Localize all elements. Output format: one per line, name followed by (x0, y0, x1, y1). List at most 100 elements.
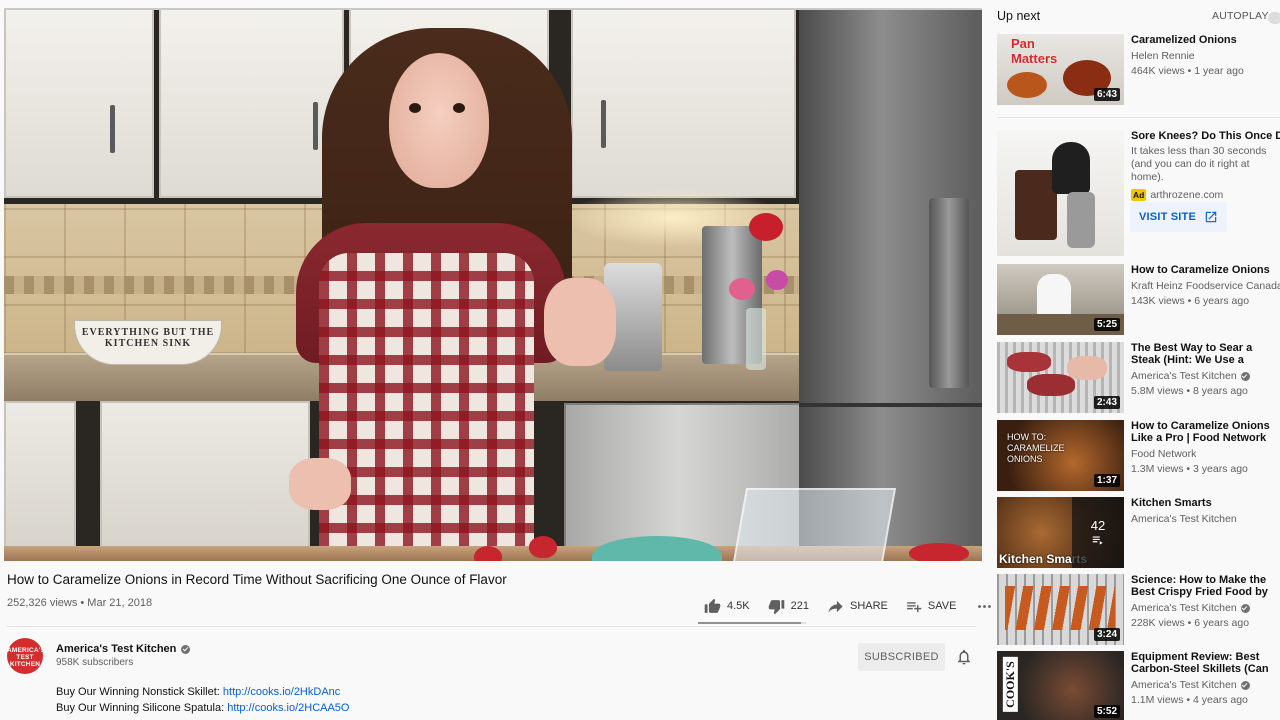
video-title[interactable]: How to Caramelize Onions Like a Pro | Fo… (1131, 420, 1280, 444)
channel-name-text: America's Test Kitchen (1131, 370, 1237, 382)
video-duration: 5:25 (1093, 318, 1120, 331)
recommended-video[interactable]: 3:24 Science: How to Make the Best Crisp… (997, 574, 1280, 646)
plastic-container (731, 488, 897, 561)
upper-cabinet (4, 8, 154, 198)
channel-name: America's Test Kitchen (1131, 370, 1280, 382)
thumbnail-text: COOK'S (1002, 657, 1018, 712)
dislike-count: 221 (790, 600, 809, 612)
video-meta: 228K views • 6 years ago (1131, 617, 1250, 629)
person (389, 53, 489, 188)
video-duration: 5:52 (1093, 705, 1120, 718)
channel-name: America's Test Kitchen (1131, 602, 1280, 614)
view-count-date: 252,326 views • Mar 21, 2018 (7, 597, 153, 609)
channel-name-text: America's Test Kitchen (1131, 602, 1237, 614)
up-next-heading: Up next (997, 9, 1041, 23)
video-meta: 143K views • 6 years ago (1131, 295, 1250, 307)
description-line: Buy Our Winning Silicone Spatula: http:/… (56, 702, 349, 714)
external-link-icon (1205, 211, 1217, 223)
visit-site-button[interactable]: VISIT SITE (1130, 202, 1227, 232)
video-meta: 1.1M views • 4 years ago (1131, 694, 1248, 706)
video-duration: 1:37 (1093, 474, 1120, 487)
description-link[interactable]: http://cooks.io/2HkDAnc (223, 686, 340, 698)
ad-thumbnail[interactable] (997, 130, 1124, 256)
video-frame: EVERYTHING BUT THE KITCHEN SINK (4, 8, 982, 561)
video-title: How to Caramelize Onions in Record Time … (7, 572, 507, 587)
description-link[interactable]: http://cooks.io/2HCAA5O (227, 702, 349, 714)
thumbnail-text: HOW TO: CARAMELIZE ONIONS (1007, 432, 1065, 464)
more-actions-button[interactable] (976, 598, 993, 615)
subscriber-count: 958K subscribers (56, 657, 134, 668)
video-thumbnail[interactable]: 2:43 (997, 342, 1124, 413)
thumbs-down-icon (768, 599, 784, 614)
video-meta: 1.3M views • 3 years ago (1131, 463, 1248, 475)
video-title[interactable]: Equipment Review: Best Carbon-Steel Skil… (1131, 651, 1280, 675)
subscribed-button[interactable]: SUBSCRIBED (858, 643, 945, 671)
ad-item[interactable]: Sore Knees? Do This Once Daily It takes … (997, 130, 1280, 256)
ad-title[interactable]: Sore Knees? Do This Once Daily (1131, 130, 1280, 142)
dislike-button[interactable]: 221 (768, 598, 809, 615)
channel-name-text[interactable]: America's Test Kitchen (56, 643, 176, 655)
description-text: Buy Our Winning Nonstick Skillet: (56, 686, 223, 698)
verified-icon (1240, 603, 1250, 613)
channel-name: Kraft Heinz Foodservice Canada (1131, 280, 1280, 292)
video-actions: 4.5K 221 SHARE SAVE (700, 597, 993, 615)
playlist-title[interactable]: Kitchen Smarts (1131, 497, 1280, 509)
recommended-video[interactable]: Pan Matters 6:43 Caramelized Onions Hele… (997, 34, 1280, 106)
progress-bar[interactable] (4, 8, 982, 10)
video-player[interactable]: EVERYTHING BUT THE KITCHEN SINK (4, 8, 982, 561)
playlist-thumbnail[interactable]: Kitchen Smarts 42 (997, 497, 1124, 568)
thumbnail-text: Pan Matters (1011, 36, 1058, 66)
ad-badge: Ad (1131, 189, 1147, 201)
upper-cabinet (571, 8, 796, 198)
more-horizontal-icon (978, 604, 992, 608)
like-dislike-ratio-bar (698, 622, 806, 624)
video-thumbnail[interactable]: COOK'S 5:52 (997, 651, 1124, 720)
autoplay-label: AUTOPLAY (1212, 10, 1269, 22)
channel-name: Helen Rennie (1131, 50, 1195, 62)
recommended-video[interactable]: 5:25 How to Caramelize Onions Kraft Hein… (997, 264, 1280, 336)
channel-name-text: America's Test Kitchen (1131, 679, 1237, 691)
video-title[interactable]: The Best Way to Sear a Steak (Hint: We U… (1131, 342, 1280, 366)
sink-sign: EVERYTHING BUT THE KITCHEN SINK (74, 320, 222, 365)
video-meta: 464K views • 1 year ago (1131, 65, 1244, 77)
video-thumbnail[interactable]: Pan Matters 6:43 (997, 34, 1124, 105)
description-text: Buy Our Winning Silicone Spatula: (56, 702, 228, 714)
like-count: 4.5K (727, 600, 750, 612)
ad-description: It takes less than 30 seconds (and you c… (1131, 145, 1267, 183)
video-duration: 2:43 (1093, 396, 1120, 409)
channel-name[interactable]: America's Test Kitchen (56, 643, 191, 655)
video-title[interactable]: How to Caramelize Onions (1131, 264, 1280, 276)
video-thumbnail[interactable]: 5:25 (997, 264, 1124, 335)
share-button[interactable]: SHARE (827, 598, 888, 615)
video-duration: 6:43 (1093, 88, 1120, 101)
visit-site-label: VISIT SITE (1138, 211, 1196, 223)
rose (749, 213, 783, 241)
recommended-video[interactable]: HOW TO: CARAMELIZE ONIONS 1:37 How to Ca… (997, 420, 1280, 492)
save-button[interactable]: SAVE (905, 598, 957, 615)
recommended-video[interactable]: COOK'S 5:52 Equipment Review: Best Carbo… (997, 651, 1280, 720)
channel-avatar[interactable]: AMERICA'S TEST KITCHEN (7, 638, 45, 674)
channel-name: America's Test Kitchen (1131, 679, 1280, 691)
channel-name: Food Network (1131, 448, 1197, 460)
video-title[interactable]: Caramelized Onions (1131, 34, 1280, 46)
upper-cabinet (159, 8, 344, 198)
video-duration: 3:24 (1093, 628, 1120, 641)
save-label: SAVE (927, 600, 957, 612)
notification-bell-icon[interactable] (955, 648, 973, 666)
description-line: Buy Our Winning Nonstick Skillet: http:/… (56, 686, 340, 698)
thumbs-up-icon (704, 598, 721, 613)
recommended-playlist[interactable]: Kitchen Smarts 42 Kitchen Smarts America… (997, 497, 1280, 569)
channel-name: America's Test Kitchen (1131, 513, 1237, 525)
share-icon (828, 600, 843, 613)
recommended-video[interactable]: 2:43 The Best Way to Sear a Steak (Hint:… (997, 342, 1280, 414)
plaid-apron (319, 253, 534, 561)
autoplay-toggle[interactable] (1268, 12, 1280, 24)
add-to-playlist-icon (907, 601, 922, 612)
share-label: SHARE (850, 600, 888, 612)
like-button[interactable]: 4.5K (704, 598, 750, 615)
video-meta: 5.8M views • 8 years ago (1131, 385, 1248, 397)
video-thumbnail[interactable]: HOW TO: CARAMELIZE ONIONS 1:37 (997, 420, 1124, 491)
verified-icon (181, 644, 191, 654)
video-thumbnail[interactable]: 3:24 (997, 574, 1124, 645)
video-title[interactable]: Science: How to Make the Best Crispy Fri… (1131, 574, 1280, 598)
